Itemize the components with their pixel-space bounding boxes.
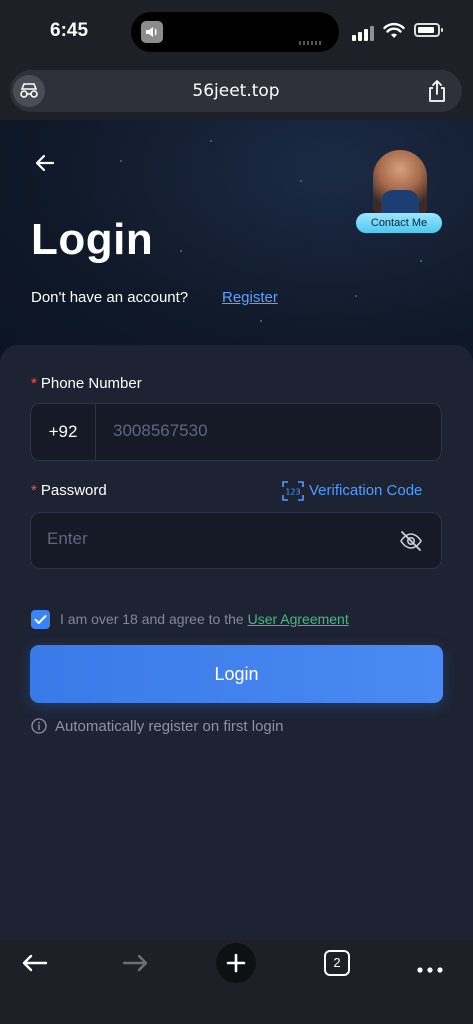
status-time: 6:45 [50,20,89,41]
eye-slash-icon [400,531,422,551]
phone-label: * Phone Number [31,375,142,392]
password-label-text: Password [40,482,107,499]
plus-icon [226,953,246,973]
browser-back-button[interactable] [15,948,55,988]
url-field[interactable]: 56jeet.top [10,70,462,112]
contact-me-button[interactable]: Contact Me [356,213,442,233]
user-agreement-link[interactable]: User Agreement [248,611,349,627]
agreement-label: I am over 18 and agree to the [60,611,244,627]
share-icon [429,80,445,102]
login-button[interactable]: Login [30,645,443,703]
browser-address-bar: 56jeet.top [0,64,473,120]
browser-forward-button[interactable] [115,948,155,988]
speaker-icon [141,21,163,43]
back-arrow-icon [35,154,55,172]
url-text: 56jeet.top [192,81,280,101]
required-mark: * [31,375,37,392]
auto-register-note: Automatically register on first login [55,718,284,735]
password-label: * Password [31,482,107,499]
audio-waveform-icon [299,30,325,45]
tabs-button[interactable]: 2 [324,950,350,976]
more-icon [417,967,443,973]
svg-text:123: 123 [285,488,300,497]
wifi-icon [383,22,405,40]
info-icon [31,718,47,734]
new-tab-button[interactable] [216,943,256,983]
country-code-selector[interactable]: +92 [31,404,96,460]
more-options-button[interactable] [410,948,450,988]
checkbox-check-icon [34,615,47,624]
phone-label-text: Phone Number [40,375,142,392]
browser-forward-icon [122,954,148,972]
phone-number-input[interactable]: 3008567530 [113,421,208,441]
battery-icon [414,23,443,37]
verification-code-icon: 123 [282,481,304,501]
share-button[interactable] [426,79,448,103]
verification-code-text: Verification Code [309,482,423,499]
password-input[interactable] [47,529,367,549]
dynamic-island [131,12,339,52]
toggle-password-visibility[interactable] [399,530,423,552]
browser-back-icon [22,954,48,972]
cellular-signal-icon [352,25,374,41]
login-header: Contact Me Login Don't have an account? … [0,120,473,370]
back-button[interactable] [34,154,56,172]
phone-number-field[interactable]: +92 3008567530 [30,403,442,461]
required-mark: * [31,482,37,499]
browser-toolbar: 2 [0,940,473,1024]
login-form: * Phone Number +92 3008567530 * Password 1… [0,345,473,940]
page-title: Login [31,215,154,264]
register-link[interactable]: Register [222,289,278,306]
agreement-text: I am over 18 and agree to the User Agree… [60,611,349,627]
status-bar: 6:45 [0,0,473,64]
agreement-checkbox[interactable] [31,610,50,629]
support-avatar[interactable] [373,150,427,214]
password-field[interactable] [30,512,442,569]
no-account-text: Don't have an account? [31,289,189,306]
